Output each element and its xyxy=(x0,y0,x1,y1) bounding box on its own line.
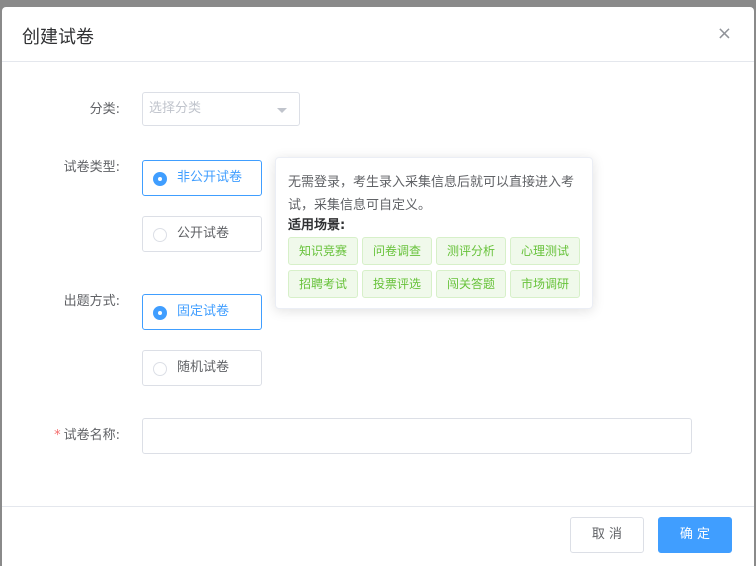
radio-checked-icon xyxy=(153,306,167,320)
scenario-tag: 知识竞赛 xyxy=(288,237,358,265)
paper-name-input[interactable] xyxy=(142,418,692,454)
dialog-footer-divider xyxy=(2,506,754,507)
paper-type-tooltip: 无需登录，考生录入采集信息后就可以直接进入考试，采集信息可自定义。 适用场景: … xyxy=(275,157,593,309)
dialog-title: 创建试卷 xyxy=(22,27,94,48)
tooltip-scenarios-label: 适用场景: xyxy=(288,218,346,233)
scenario-tag: 测评分析 xyxy=(436,237,506,265)
chevron-down-icon xyxy=(277,108,287,113)
paper-type-option-label: 公开试卷 xyxy=(177,226,230,241)
paper-type-option-label: 非公开试卷 xyxy=(177,170,243,185)
close-icon[interactable]: × xyxy=(717,25,732,43)
question-mode-option-random[interactable]: 随机试卷 xyxy=(142,350,262,386)
create-paper-dialog: 创建试卷 × 分类: 选择分类 试卷类型: 非公开试卷 公开试卷 出题方式: 固… xyxy=(2,7,754,566)
question-mode-option-label: 随机试卷 xyxy=(177,360,230,375)
question-mode-option-label: 固定试卷 xyxy=(177,304,230,319)
scenario-tag: 招聘考试 xyxy=(288,270,358,298)
paper-type-option-public[interactable]: 公开试卷 xyxy=(142,216,262,252)
paper-type-option-private[interactable]: 非公开试卷 xyxy=(142,160,262,196)
dialog-header: 创建试卷 × xyxy=(2,7,754,62)
paper-name-label-text: 试卷名称: xyxy=(63,428,120,443)
paper-name-label: * 试卷名称: xyxy=(2,426,120,446)
confirm-button[interactable]: 确 定 xyxy=(658,517,732,553)
scenario-tag: 闯关答题 xyxy=(436,270,506,298)
category-select[interactable]: 选择分类 xyxy=(142,92,300,126)
cancel-button[interactable]: 取 消 xyxy=(570,517,644,553)
required-mark: * xyxy=(54,428,61,443)
category-label: 分类: xyxy=(89,102,120,117)
scenario-tag: 投票评选 xyxy=(362,270,432,298)
question-mode-option-fixed[interactable]: 固定试卷 xyxy=(142,294,262,330)
category-placeholder: 选择分类 xyxy=(149,101,202,116)
question-mode-label: 出题方式: xyxy=(63,294,120,309)
scenario-tag: 问卷调查 xyxy=(362,237,432,265)
radio-unchecked-icon xyxy=(153,228,167,242)
tooltip-description: 无需登录，考生录入采集信息后就可以直接进入考试，采集信息可自定义。 xyxy=(288,175,575,213)
radio-unchecked-icon xyxy=(153,362,167,376)
scenario-tag: 心理测试 xyxy=(510,237,580,265)
radio-checked-icon xyxy=(153,172,167,186)
scenario-tag: 市场调研 xyxy=(510,270,580,298)
paper-type-label: 试卷类型: xyxy=(63,160,120,175)
